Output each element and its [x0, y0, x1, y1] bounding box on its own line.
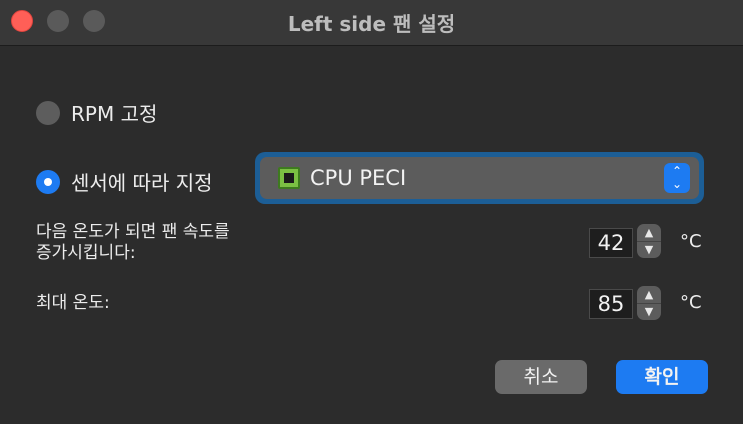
start-temp-increment[interactable]: ▲ [637, 224, 661, 241]
start-temp-stepper[interactable]: ▲ ▼ [637, 224, 661, 258]
cpu-chip-icon [278, 167, 300, 189]
fan-settings-dialog: Left side 팬 설정 RPM 고정 센서에 따라 지정 CPU PECI… [0, 0, 743, 424]
up-down-chevron-icon[interactable]: ⌃ ⌄ [664, 163, 690, 193]
fixed-rpm-option[interactable]: RPM 고정 [36, 98, 157, 127]
max-temp-label: 최대 온도: [36, 293, 110, 313]
ok-button[interactable]: 확인 [616, 360, 708, 394]
sensor-based-option[interactable]: 센서에 따라 지정 [36, 167, 213, 196]
max-temp-unit: °C [680, 292, 702, 313]
max-temp-stepper[interactable]: ▲ ▼ [637, 286, 661, 320]
max-temp-decrement[interactable]: ▼ [637, 302, 661, 321]
max-temp-input[interactable]: 85 [589, 289, 633, 319]
max-temp-increment[interactable]: ▲ [637, 286, 661, 303]
start-temp-label-line2: 증가시킵니다: [36, 243, 136, 263]
start-temp-unit: °C [680, 231, 702, 252]
window-title: Left side 팬 설정 [287, 12, 456, 36]
cancel-button[interactable]: 취소 [495, 360, 587, 394]
sensor-dropdown-value: CPU PECI [310, 166, 407, 190]
sensor-dropdown-focus-ring: CPU PECI ⌃ ⌄ [255, 152, 704, 204]
fixed-rpm-radio[interactable] [36, 100, 60, 125]
title-bar: Left side 팬 설정 [0, 0, 743, 46]
start-temp-decrement[interactable]: ▼ [637, 240, 661, 259]
start-temp-label-line1: 다음 온도가 되면 팬 속도를 [36, 222, 230, 242]
sensor-dropdown[interactable]: CPU PECI ⌃ ⌄ [260, 157, 699, 199]
fixed-rpm-label: RPM 고정 [71, 102, 158, 126]
sensor-based-label: 센서에 따라 지정 [71, 171, 213, 195]
sensor-based-radio[interactable] [36, 169, 60, 194]
start-temp-label: 다음 온도가 되면 팬 속도를 증가시킵니다: [36, 222, 230, 264]
start-temp-input[interactable]: 42 [589, 228, 633, 258]
